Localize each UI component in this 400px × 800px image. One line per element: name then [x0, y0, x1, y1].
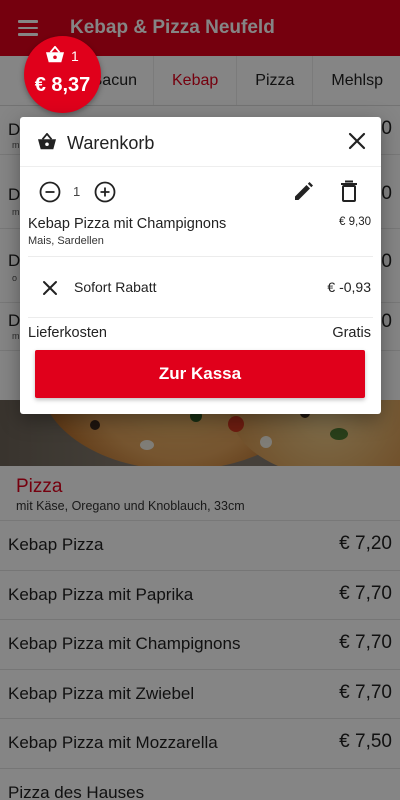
- basket-icon: [38, 133, 56, 150]
- discount-amount: € -0,93: [327, 279, 371, 295]
- cart-dialog: Warenkorb 1 Kebap Pizza mit Champignons …: [20, 117, 381, 414]
- plus-icon[interactable]: [94, 181, 116, 203]
- cart-item-price: € 9,30: [339, 216, 371, 228]
- minus-icon[interactable]: [39, 181, 61, 203]
- dialog-title: Warenkorb: [67, 133, 155, 153]
- cart-item-extras: Mais, Sardellen: [28, 235, 104, 247]
- divider: [28, 317, 373, 318]
- delivery-value: Gratis: [332, 325, 371, 341]
- cart-item-name: Kebap Pizza mit Champignons: [28, 216, 227, 232]
- discount-row: Sofort Rabatt € -0,93: [20, 267, 381, 311]
- cart-count: 1: [71, 48, 79, 64]
- basket-icon: [46, 46, 64, 63]
- delete-icon[interactable]: [339, 180, 359, 203]
- checkout-button[interactable]: Zur Kassa: [35, 350, 365, 398]
- divider: [28, 256, 373, 257]
- edit-icon[interactable]: [292, 181, 314, 203]
- cart-total: € 8,37: [34, 74, 91, 96]
- quantity-value: 1: [73, 184, 81, 199]
- quantity-stepper: 1: [20, 175, 381, 211]
- delivery-label: Lieferkosten: [28, 325, 107, 341]
- dialog-header: Warenkorb: [20, 117, 381, 167]
- discount-label: Sofort Rabatt: [74, 279, 157, 295]
- close-icon[interactable]: [347, 131, 367, 151]
- close-icon[interactable]: [41, 279, 59, 297]
- cart-badge-button[interactable]: 1 € 8,37: [24, 36, 101, 113]
